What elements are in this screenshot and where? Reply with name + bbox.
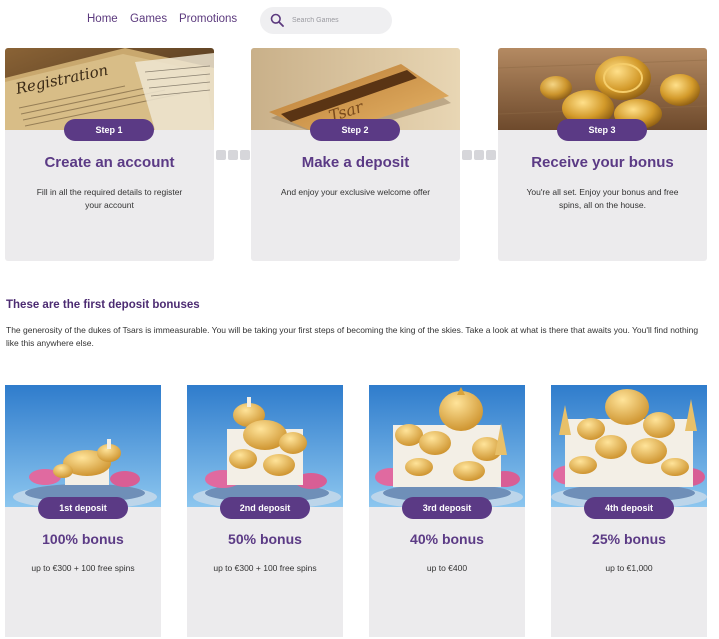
gold-coins-image [498, 48, 707, 130]
step-card-3: Step 3 Receive your bonus You're all set… [498, 48, 707, 261]
bonus-card-1: 1st deposit 100% bonus up to €300 + 100 … [5, 385, 161, 637]
step-description: And enjoy your exclusive welcome offer [280, 187, 431, 197]
step-connector [216, 150, 252, 162]
bonus-badge: 4th deposit [584, 497, 674, 519]
bonus-title: 40% bonus [410, 531, 484, 547]
nav-promotions-link[interactable]: Promotions [179, 13, 237, 25]
nav-games-link[interactable]: Games [130, 13, 167, 25]
bonus-description: up to €1,000 [605, 563, 653, 573]
step-title: Receive your bonus [531, 154, 674, 171]
floating-palace-image [551, 385, 707, 507]
step-badge: Step 3 [557, 119, 647, 141]
deposit-bonuses-intro: The generosity of the dukes of Tsars is … [6, 325, 699, 348]
floating-palace-image [187, 385, 343, 507]
bonus-card-3: 3rd deposit 40% bonus up to €400 [369, 385, 525, 637]
bonus-badge: 2nd deposit [220, 497, 310, 519]
bank-card-image: Tsar [251, 48, 460, 130]
bonus-description: up to €300 + 100 free spins [213, 563, 317, 573]
step-title: Make a deposit [301, 154, 410, 171]
bonus-description: up to €300 + 100 free spins [31, 563, 135, 573]
bonus-title: 100% bonus [42, 531, 124, 547]
top-navigation: Home Games Promotions [0, 0, 719, 40]
step-card-1: Registration Step 1 Create an account Fi… [5, 48, 214, 261]
bonus-card-4: 4th deposit 25% bonus up to €1,000 [551, 385, 707, 637]
step-connector [462, 150, 498, 162]
deposit-bonuses-heading: These are the first deposit bonuses [6, 299, 200, 311]
floating-palace-image [369, 385, 525, 507]
floating-palace-image [5, 385, 161, 507]
bonus-card-2: 2nd deposit 50% bonus up to €300 + 100 f… [187, 385, 343, 637]
step-card-2: Tsar Step 2 Make a deposit And enjoy you… [251, 48, 460, 261]
step-description: You're all set. Enjoy your bonus and fre… [526, 187, 679, 210]
bonus-description: up to €400 [426, 563, 468, 573]
search-box[interactable] [260, 7, 392, 34]
step-description: Fill in all the required details to regi… [36, 187, 183, 210]
search-input[interactable] [292, 13, 384, 27]
nav-home-link[interactable]: Home [87, 13, 118, 25]
bonus-title: 50% bonus [228, 531, 302, 547]
bonus-title: 25% bonus [592, 531, 666, 547]
bonus-badge: 1st deposit [38, 497, 128, 519]
bonus-badge: 3rd deposit [402, 497, 492, 519]
step-title: Create an account [44, 154, 175, 171]
search-icon [270, 13, 284, 27]
step-badge: Step 2 [310, 119, 400, 141]
step-badge: Step 1 [64, 119, 154, 141]
registration-document-image: Registration [5, 48, 214, 130]
